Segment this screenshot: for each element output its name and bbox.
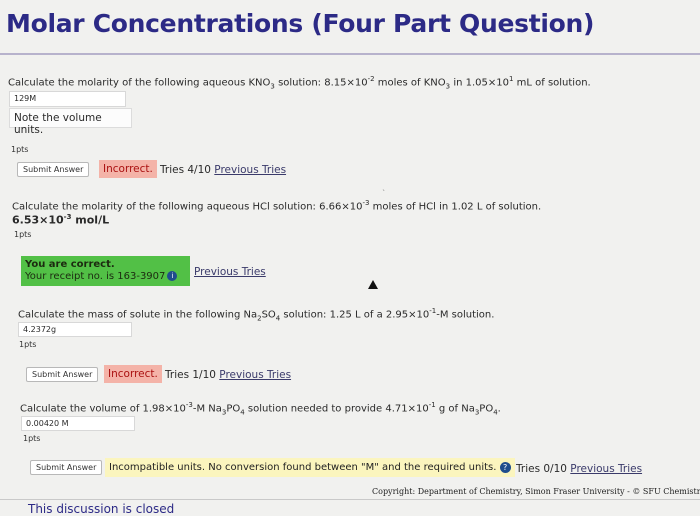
submit-answer-button-4[interactable]: Submit Answer <box>30 460 103 475</box>
help-icon[interactable]: ? <box>499 461 511 473</box>
submit-answer-button-3[interactable]: Submit Answer <box>26 367 99 382</box>
footer-divider <box>0 499 700 500</box>
answer-input-4[interactable]: 0.00420 M <box>21 416 135 431</box>
tries-3: Tries 1/10 Previous Tries <box>165 369 292 381</box>
points-2: 1pts <box>14 230 32 239</box>
points-1: 1pts <box>11 145 29 154</box>
question-3: Calculate the mass of solute in the foll… <box>18 307 495 323</box>
question-2: Calculate the molarity of the following … <box>12 199 542 213</box>
status-badge-1: Incorrect. <box>99 160 157 178</box>
page-title: Molar Concentrations (Four Part Question… <box>6 9 595 38</box>
correct-feedback-2: You are correct. Your receipt no. is 163… <box>21 256 190 286</box>
mouse-cursor-icon <box>368 280 378 289</box>
title-divider <box>0 53 700 55</box>
stray-mark: ˎ <box>382 182 386 191</box>
error-message-4: Incompatible units. No conversion found … <box>105 458 515 477</box>
correct-header: You are correct. <box>25 259 115 270</box>
points-3: 1pts <box>19 340 37 349</box>
answer-display-2: 6.53×10-3 mol/L <box>12 213 110 227</box>
copyright: Copyright: Department of Chemistry, Simo… <box>372 487 700 496</box>
receipt-text: Your receipt no. is 163-3907 <box>25 271 166 282</box>
submit-answer-button-1[interactable]: Submit Answer <box>17 162 90 177</box>
question-1: Calculate the molarity of the following … <box>8 75 591 91</box>
previous-tries-link-1[interactable]: Previous Tries <box>214 164 286 176</box>
info-icon[interactable]: i <box>167 271 178 281</box>
previous-tries-link-2[interactable]: Previous Tries <box>194 266 266 278</box>
points-4: 1pts <box>23 434 41 443</box>
previous-tries-link-4[interactable]: Previous Tries <box>570 463 642 475</box>
tries-4: Tries 0/10 Previous Tries <box>516 463 643 475</box>
status-badge-3: Incorrect. <box>104 365 162 383</box>
answer-input-1[interactable]: 129M <box>9 91 126 107</box>
answer-input-3[interactable]: 4.2372g <box>18 322 132 337</box>
question-4: Calculate the volume of 1.98×10-3-M Na3P… <box>20 401 501 417</box>
tries-1: Tries 4/10 Previous Tries <box>160 164 287 176</box>
previous-tries-link-3[interactable]: Previous Tries <box>219 369 291 381</box>
hint-message-1: Note the volume units. <box>9 108 132 136</box>
